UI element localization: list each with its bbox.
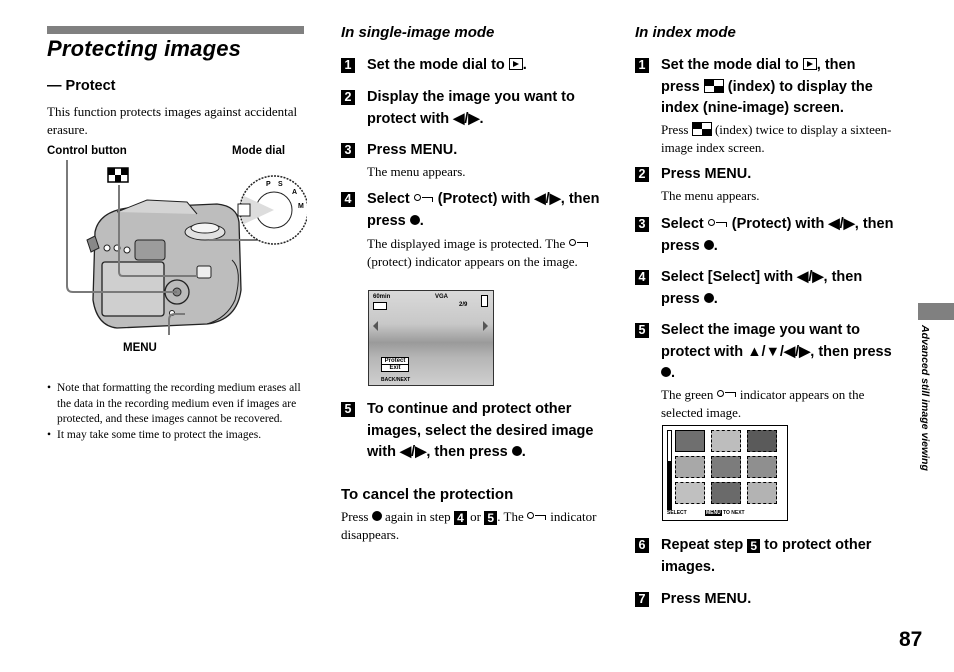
protect-key-icon bbox=[707, 219, 728, 227]
index-icon bbox=[107, 167, 129, 183]
heading-index-mode: In index mode bbox=[635, 24, 736, 41]
center-button-icon bbox=[371, 511, 382, 521]
index-thumbnail[interactable] bbox=[747, 430, 777, 452]
index-step-2: 2 Press MENU. The menu appears. bbox=[635, 164, 900, 205]
svg-text:A: A bbox=[292, 189, 297, 196]
scrollbar bbox=[667, 430, 672, 510]
center-button-icon bbox=[703, 239, 714, 250]
index-icon bbox=[691, 121, 712, 136]
index-thumbnail[interactable] bbox=[675, 430, 705, 452]
index-step-6: 6 Repeat step 5 to protect other images. bbox=[635, 535, 900, 578]
section-subtitle: — Protect bbox=[47, 78, 116, 94]
center-button-icon bbox=[661, 367, 671, 377]
single-step-1: 1 Set the mode dial to . bbox=[341, 55, 606, 77]
intro-text: This function protects images against ac… bbox=[47, 104, 298, 137]
protect-key-icon bbox=[413, 194, 434, 202]
index-icon bbox=[703, 78, 724, 93]
select-hint: SELECT bbox=[667, 510, 687, 516]
page-title: Protecting images bbox=[47, 36, 242, 61]
menu-item-protect: Protect bbox=[382, 358, 408, 365]
menu-item-exit: Exit bbox=[389, 365, 401, 371]
label-control-button: Control button bbox=[47, 145, 127, 157]
note-item: It may take some time to protect the ima… bbox=[47, 428, 309, 444]
playback-icon bbox=[802, 58, 817, 70]
note-item: Note that formatting the recording mediu… bbox=[47, 381, 309, 428]
index-thumbnail[interactable] bbox=[711, 456, 741, 478]
next-arrow-icon bbox=[483, 321, 488, 331]
notes-list: Note that formatting the recording mediu… bbox=[47, 381, 309, 443]
heading-single-mode: In single-image mode bbox=[341, 24, 495, 41]
single-step-3: 3 Press MENU. The menu appears. bbox=[341, 140, 606, 181]
protect-key-icon bbox=[568, 239, 589, 247]
protect-indicator-icon bbox=[373, 302, 387, 310]
svg-text:P: P bbox=[266, 181, 271, 188]
title-bar bbox=[47, 26, 304, 34]
index-thumbnail[interactable] bbox=[711, 430, 741, 452]
label-mode-dial: Mode dial bbox=[232, 145, 286, 157]
section-tab-label: Advanced still image viewing bbox=[919, 325, 931, 471]
center-button-icon bbox=[409, 214, 420, 225]
scrollbar-thumb bbox=[668, 461, 671, 509]
index-thumbnail[interactable] bbox=[747, 456, 777, 478]
protect-key-icon bbox=[527, 512, 547, 520]
lcd-single-image: 60min VGA 2/9 Protect Exit BACK/NEXT bbox=[368, 290, 494, 386]
single-step-2: 2 Display the image you want to protect … bbox=[341, 87, 606, 130]
mode-dial: P S A M bbox=[237, 175, 307, 245]
protect-key-icon bbox=[716, 389, 737, 398]
index-step-4: 4 Select [Select] with ◀/▶, then press . bbox=[635, 267, 900, 310]
prev-arrow-icon bbox=[373, 321, 378, 331]
lcd-menu: Protect Exit bbox=[381, 357, 409, 372]
svg-text:S: S bbox=[278, 181, 283, 188]
index-thumbnail[interactable] bbox=[675, 456, 705, 478]
svg-text:M: M bbox=[298, 203, 304, 210]
lcd-index-screen: SELECT MENU TO NEXT bbox=[662, 425, 788, 521]
index-thumbnail[interactable] bbox=[675, 482, 705, 504]
image-counter: 2/9 bbox=[459, 302, 468, 308]
index-step-5: 5 Select the image you want to protect w… bbox=[635, 320, 897, 422]
camera-body bbox=[86, 199, 242, 329]
center-button-icon bbox=[703, 292, 714, 303]
page-number: 87 bbox=[899, 628, 923, 651]
next-hint: TO NEXT bbox=[723, 510, 745, 516]
camera-illustration: P S A M bbox=[66, 160, 307, 335]
index-step-1: 1 Set the mode dial to , then press (ind… bbox=[635, 55, 895, 157]
image-size: VGA bbox=[435, 294, 449, 300]
heading-cancel-protection: To cancel the protection bbox=[341, 486, 514, 503]
index-thumbnail[interactable] bbox=[711, 482, 741, 504]
single-step-5: 5 To continue and protect other images, … bbox=[341, 399, 606, 464]
playback-icon bbox=[508, 58, 523, 70]
index-step-3: 3 Select (Protect) with ◀/▶, then press … bbox=[635, 214, 900, 257]
center-button-icon bbox=[511, 446, 522, 456]
battery-indicator: 60min bbox=[373, 294, 391, 300]
section-tab bbox=[918, 303, 954, 320]
battery-icon bbox=[481, 295, 488, 307]
menu-key-label: MENU bbox=[705, 510, 722, 516]
back-next-hint: BACK/NEXT bbox=[381, 377, 411, 383]
cancel-text: Press again in step 4 or 5. The indicato… bbox=[341, 509, 597, 542]
single-step-4: 4 Select (Protect) with ◀/▶, then press … bbox=[341, 189, 603, 271]
index-step-7: 7 Press MENU. bbox=[635, 589, 900, 611]
index-thumbnail[interactable] bbox=[747, 482, 777, 504]
